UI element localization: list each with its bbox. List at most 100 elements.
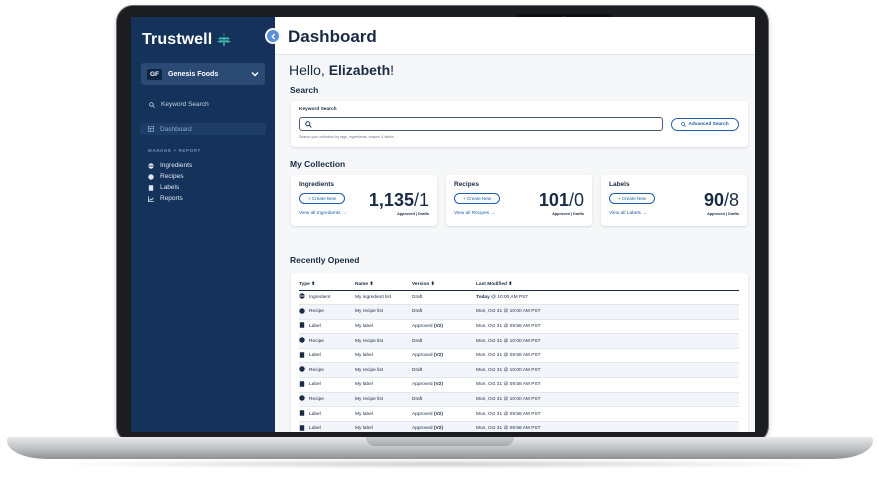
row-name-link[interactable]: My recipe list — [355, 392, 412, 408]
table-row[interactable]: Label My label Approved (V2) Mon, Oct 31 @ … — [299, 319, 739, 335]
recipe-icon — [299, 308, 305, 316]
search-section-title: Search — [290, 85, 319, 95]
drafts-count: 1 — [418, 190, 429, 210]
modified-cell: Mon, Oct 31 @ 10:00 AM PST — [476, 392, 739, 408]
type-cell: Recipe — [299, 362, 355, 379]
sidebar-item-label: Reports — [160, 195, 183, 202]
sidebar-keyword-search[interactable]: Keyword Search — [149, 101, 209, 108]
table-row[interactable]: Label My label Approved (V2) Mon, Oct 31 @ … — [299, 348, 739, 364]
row-name-link[interactable]: My recipe list — [355, 362, 412, 379]
org-switcher[interactable]: GF Genesis Foods — [141, 63, 265, 85]
table-row[interactable]: Label My label Approved (V2) Mon, Oct 31 @ … — [299, 377, 739, 393]
row-name-link[interactable]: My ingredient list — [355, 290, 412, 306]
approved-count: 1,135 — [368, 190, 414, 210]
create-ingredient-button[interactable]: + Create New — [299, 193, 345, 204]
greeting-name: Elizabeth — [328, 62, 391, 78]
sidebar-item-reports[interactable]: Reports — [148, 193, 192, 204]
sidebar-item-labels[interactable]: Labels — [148, 182, 192, 193]
modified-cell: Mon, Oct 31 @ 09:58 AM PST — [476, 377, 739, 393]
label-icon — [299, 381, 305, 389]
chevron-left-icon — [270, 33, 275, 39]
table-row[interactable]: Label My label Approved (V2) Mon, Oct 31 @ … — [299, 406, 739, 422]
table-row[interactable]: Recipe My recipe list Draft Mon, Oct 31 @ 1… — [299, 333, 739, 349]
main-content: Hello, Elizabeth! Search Keyword Search … — [275, 55, 755, 432]
sidebar-item-ingredients[interactable]: Ingredients — [148, 160, 192, 171]
column-header-version[interactable]: Version ⬍ — [412, 279, 476, 291]
column-header-last-modified[interactable]: Last Modified ⬍ — [476, 279, 739, 291]
table-row[interactable]: Ingredient My ingredient list Draft Today @… — [299, 290, 739, 306]
version-tag: (V2) — [433, 382, 443, 388]
stat-caption: Approved | Drafts — [707, 212, 739, 216]
modified-cell: Mon, Oct 31 @ 09:58 AM PST — [476, 348, 739, 364]
version-cell: Draft — [412, 392, 476, 408]
version-text: Approved — [412, 411, 434, 417]
modified-time: Mon, Oct 31 @ 09:58 AM PST — [476, 411, 541, 417]
keyword-search-input[interactable] — [299, 117, 663, 131]
version-text: Draft — [412, 338, 423, 344]
version-text: Draft — [412, 396, 423, 402]
card-title: Recipes — [454, 181, 479, 188]
version-text: Draft — [412, 309, 423, 315]
modified-cell: Mon, Oct 31 @ 09:58 AM PST — [476, 406, 739, 422]
sidebar-item-recipes[interactable]: Recipes — [148, 171, 192, 182]
version-cell: Approved (V2) — [412, 377, 476, 393]
collection-section-title: My Collection — [290, 159, 346, 169]
table-row[interactable]: Label My label Approved (V2) Mon, Oct 31 @ … — [299, 421, 739, 432]
row-name-link[interactable]: My label — [355, 377, 412, 393]
version-cell: Approved (V2) — [412, 319, 476, 335]
sidebar-item-label: Ingredients — [160, 162, 193, 169]
create-recipe-button[interactable]: + Create New — [454, 193, 500, 204]
version-tag: (V2) — [433, 353, 443, 359]
sidebar-item-dashboard[interactable]: Dashboard — [140, 123, 266, 135]
search-icon — [305, 120, 312, 128]
version-tag: (V2) — [433, 323, 443, 329]
drafts-count: 0 — [573, 190, 584, 210]
version-text: Approved — [412, 382, 434, 388]
recent-table: Type ⬍ Name ⬍ Version ⬍ Last Modified ⬍ … — [299, 279, 739, 432]
search-help-text: Search your collection by tags, ingredie… — [299, 135, 394, 139]
app-screen: Trustwell GF Genesis Foods Keyword Searc… — [131, 17, 755, 432]
row-name-link[interactable]: My recipe list — [355, 333, 412, 349]
column-header-name[interactable]: Name ⬍ — [355, 279, 412, 291]
modified-cell: Mon, Oct 31 @ 10:00 AM PST — [476, 333, 739, 349]
table-row[interactable]: Recipe My recipe list Draft Mon, Oct 31 @ 1… — [299, 362, 739, 379]
table-row[interactable]: Recipe My recipe list Draft Mon, Oct 31 @ 1… — [299, 304, 739, 320]
version-cell: Approved (V2) — [412, 348, 476, 364]
create-label-button[interactable]: + Create New — [609, 193, 655, 204]
row-name-link[interactable]: My label — [355, 319, 412, 335]
stat-count: 90/8 — [704, 190, 739, 211]
view-all-ingredients-link[interactable]: View all Ingredients → — [299, 211, 347, 216]
version-tag: (V2) — [433, 426, 443, 432]
type-label: Label — [309, 323, 321, 329]
version-cell: Draft — [412, 304, 476, 320]
row-name-link[interactable]: My label — [355, 348, 412, 364]
modified-time: Mon, Oct 31 @ 09:58 AM PST — [476, 323, 541, 329]
approved-count: 90 — [703, 190, 724, 210]
column-header-type[interactable]: Type ⬍ — [299, 279, 355, 291]
row-name-link[interactable]: My label — [355, 421, 412, 432]
view-all-recipes-link[interactable]: View all Recipes → — [454, 211, 495, 216]
view-all-labels-link[interactable]: View all Labels → — [609, 211, 647, 216]
row-name-link[interactable]: My label — [355, 406, 412, 422]
collapse-sidebar-button[interactable] — [265, 28, 281, 44]
brand-logo[interactable]: Trustwell — [142, 31, 232, 49]
table-row[interactable]: Recipe My recipe list Draft Mon, Oct 31 @ 1… — [299, 392, 739, 408]
ingredient-icon — [299, 293, 305, 301]
chart-icon — [148, 195, 154, 202]
recent-table-card: Type ⬍ Name ⬍ Version ⬍ Last Modified ⬍ … — [291, 273, 748, 432]
greeting-suffix: ! — [390, 62, 395, 78]
modified-cell: Mon, Oct 31 @ 10:00 AM PST — [476, 362, 739, 379]
sidebar-item-label: Recipes — [160, 173, 184, 180]
labels-card: Labels + Create New View all Labels → 90… — [601, 175, 747, 226]
advanced-search-button[interactable]: Advanced Search — [671, 118, 739, 131]
version-cell: Approved (V2) — [412, 406, 476, 422]
type-label: Label — [309, 411, 321, 417]
version-text: Draft — [412, 294, 423, 300]
search-icon — [149, 101, 155, 108]
type-cell: Label — [299, 421, 355, 432]
wheat-leaf-icon — [217, 33, 232, 46]
stat-count: 1,135/1 — [369, 190, 429, 211]
approved-count: 101 — [538, 190, 569, 210]
greeting: Hello, Elizabeth! — [289, 62, 394, 78]
row-name-link[interactable]: My recipe list — [355, 304, 412, 320]
